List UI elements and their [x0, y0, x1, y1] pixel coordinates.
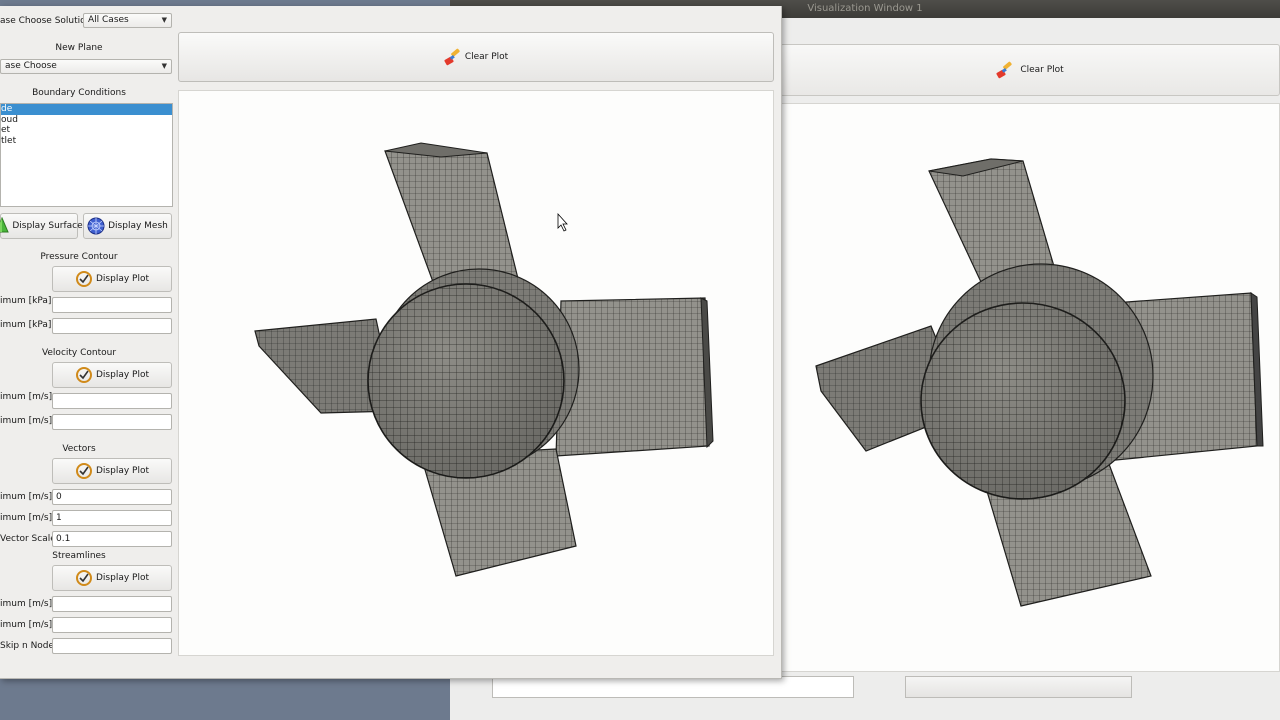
back-clear-plot-label: Clear Plot: [1020, 65, 1064, 75]
visualization-window-front: ase Choose Solution All Cases ▼ New Plan…: [0, 6, 782, 679]
velocity-max-label: imum [m/s]: [0, 416, 53, 426]
streamlines-min-field[interactable]: [52, 596, 172, 612]
choose-solution-label: ase Choose Solution: [0, 16, 92, 26]
plot-refresh-icon: [75, 462, 93, 480]
back-clear-plot-button[interactable]: Clear Plot: [780, 44, 1280, 96]
plot-refresh-icon: [75, 270, 93, 288]
streamlines-min-label: imum [m/s]: [0, 599, 53, 609]
plot-refresh-icon: [75, 366, 93, 384]
choose-solution-value: All Cases: [88, 15, 129, 25]
pressure-display-plot-button[interactable]: Display Plot: [52, 266, 172, 292]
streamlines-max-field[interactable]: [52, 617, 172, 633]
pressure-display-plot-label: Display Plot: [96, 274, 149, 284]
vectors-min-label: imum [m/s]: [0, 492, 53, 502]
velocity-max-field[interactable]: [52, 414, 172, 430]
vectors-min-field[interactable]: 0: [52, 489, 172, 505]
list-item[interactable]: et: [1, 125, 172, 136]
chevron-down-icon: ▼: [161, 62, 167, 70]
streamlines-display-plot-label: Display Plot: [96, 573, 149, 583]
display-mesh-label: Display Mesh: [108, 221, 168, 231]
list-item[interactable]: de: [1, 104, 172, 115]
back-plot-canvas[interactable]: [780, 103, 1280, 672]
mesh-globe-icon: [87, 217, 105, 235]
vectors-max-label: imum [m/s]: [0, 513, 53, 523]
pressure-contour-title: Pressure Contour: [40, 252, 118, 262]
velocity-min-label: imum [m/s]: [0, 392, 53, 402]
streamlines-display-plot-button[interactable]: Display Plot: [52, 565, 172, 591]
vectors-title: Vectors: [62, 444, 96, 454]
new-plane-value: ase Choose: [5, 61, 57, 71]
velocity-contour-title: Velocity Contour: [41, 348, 117, 358]
plot-refresh-icon: [75, 569, 93, 587]
surface-icon: [0, 217, 10, 235]
choose-solution-dropdown[interactable]: All Cases ▼: [83, 13, 172, 28]
boundary-conditions-label: Boundary Conditions: [32, 88, 126, 98]
pressure-min-field[interactable]: [52, 297, 172, 313]
streamlines-max-label: imum [m/s]: [0, 620, 53, 630]
paint-brush-icon: [996, 61, 1014, 79]
display-surface-label: Display Surface: [12, 221, 83, 231]
skip-n-node-field[interactable]: [52, 638, 172, 654]
chevron-down-icon: ▼: [161, 16, 167, 24]
mouse-cursor-icon: [557, 212, 568, 232]
streamlines-title: Streamlines: [52, 551, 106, 561]
back-text-field[interactable]: [492, 676, 854, 698]
vector-scale-field[interactable]: 0.1: [52, 531, 172, 547]
plot-canvas[interactable]: [178, 90, 774, 656]
vector-scale-label: Vector Scale: [0, 534, 56, 544]
new-plane-label: New Plane: [55, 43, 103, 53]
clear-plot-button[interactable]: Clear Plot: [178, 32, 774, 82]
back-bottom-bar: [486, 698, 1246, 720]
back-button[interactable]: [905, 676, 1132, 698]
vectors-display-plot-label: Display Plot: [96, 466, 149, 476]
velocity-display-plot-button[interactable]: Display Plot: [52, 362, 172, 388]
pressure-max-label: imum [kPa]: [0, 320, 52, 330]
new-plane-dropdown[interactable]: ase Choose ▼: [0, 59, 172, 74]
velocity-min-field[interactable]: [52, 393, 172, 409]
skip-n-node-label: Skip n Node: [0, 641, 55, 651]
vectors-max-field[interactable]: 1: [52, 510, 172, 526]
mesh-render: [254, 142, 714, 577]
clear-plot-label: Clear Plot: [464, 52, 509, 62]
velocity-display-plot-label: Display Plot: [96, 370, 149, 380]
pressure-max-field[interactable]: [52, 318, 172, 334]
back-mesh-render: [815, 158, 1264, 607]
display-surface-button[interactable]: Display Surface: [0, 213, 83, 239]
paint-brush-icon: [444, 48, 462, 66]
vectors-display-plot-button[interactable]: Display Plot: [52, 458, 172, 484]
list-item[interactable]: tlet: [1, 136, 172, 147]
display-mesh-button[interactable]: Display Mesh: [83, 213, 172, 239]
boundary-conditions-list[interactable]: de oud et tlet: [0, 103, 173, 207]
list-item[interactable]: oud: [1, 115, 172, 126]
pressure-min-label: imum [kPa]: [0, 296, 52, 306]
